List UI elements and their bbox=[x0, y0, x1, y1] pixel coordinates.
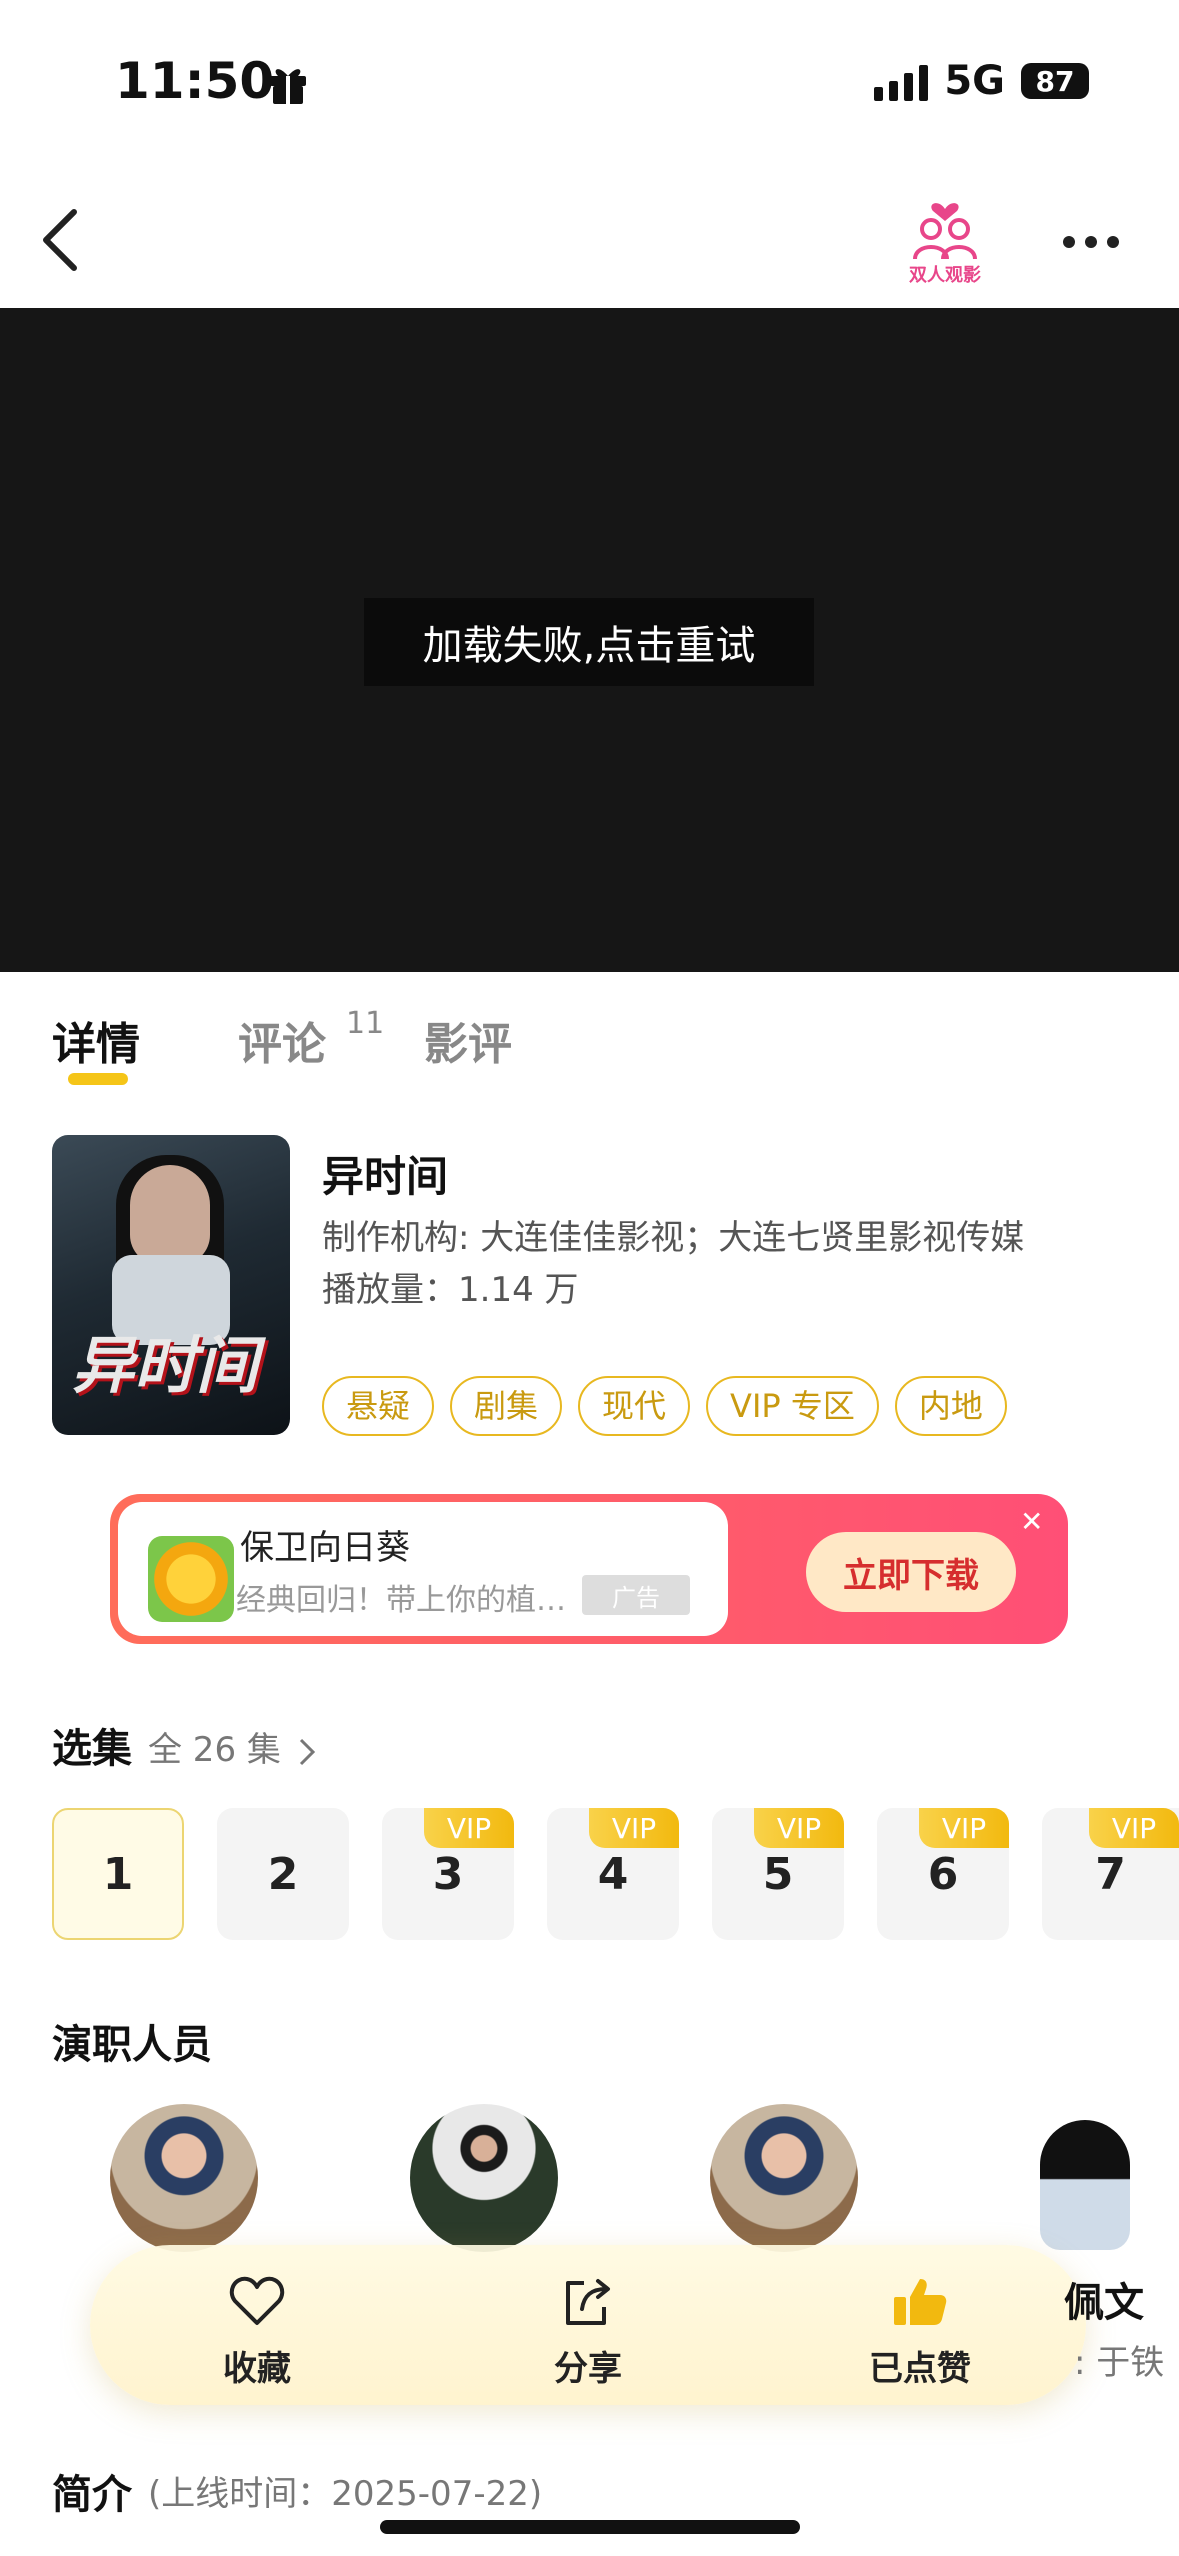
episodes-title: 选集 bbox=[52, 1726, 132, 1772]
tab-comments[interactable]: 评论 bbox=[238, 1008, 326, 1072]
show-producer: 制作机构: 大连佳佳影视；大连七贤里影视传媒 bbox=[322, 1218, 1025, 1258]
favorite-label: 收藏 bbox=[223, 2349, 291, 2389]
tab-details[interactable]: 详情 bbox=[52, 1008, 140, 1072]
cast-name: 佩文 bbox=[1064, 2280, 1144, 2326]
thumbs-up-icon bbox=[894, 2279, 947, 2325]
signal-icon bbox=[874, 61, 929, 101]
like-label: 已点赞 bbox=[869, 2349, 971, 2389]
ad-description: 经典回归！带上你的植… bbox=[236, 1583, 566, 1618]
heart-icon bbox=[229, 2276, 285, 2325]
tag[interactable]: VIP 专区 bbox=[706, 1376, 879, 1436]
cast-avatar[interactable] bbox=[110, 2104, 258, 2252]
favorite-button[interactable]: 收藏 bbox=[157, 2275, 357, 2390]
share-label: 分享 bbox=[554, 2349, 622, 2389]
chevron-left-icon[interactable] bbox=[40, 208, 80, 272]
vip-badge: VIP bbox=[589, 1808, 679, 1848]
download-button[interactable]: 立即下载 bbox=[806, 1532, 1016, 1612]
vip-badge: VIP bbox=[424, 1808, 514, 1848]
episode-count: 全 26 集 bbox=[148, 1730, 281, 1770]
tag-list: 悬疑 剧集 现代 VIP 专区 内地 bbox=[322, 1376, 1007, 1436]
tab-active-indicator bbox=[68, 1073, 128, 1085]
retry-button[interactable]: 加载失败,点击重试 bbox=[364, 598, 814, 686]
vip-badge: VIP bbox=[754, 1808, 844, 1848]
show-views: 播放量：1.14 万 bbox=[322, 1270, 579, 1310]
episode-1[interactable]: 1 bbox=[52, 1808, 184, 1940]
show-poster[interactable]: 异时间 bbox=[52, 1135, 290, 1435]
share-button[interactable]: 分享 bbox=[488, 2275, 688, 2390]
more-dots-icon[interactable] bbox=[1063, 236, 1119, 248]
ad-label-badge: 广告 bbox=[582, 1575, 690, 1615]
cast-avatar[interactable] bbox=[410, 2104, 558, 2252]
tag[interactable]: 悬疑 bbox=[322, 1376, 435, 1436]
close-icon[interactable]: ✕ bbox=[1020, 1505, 1043, 1538]
poster-figure-face bbox=[130, 1165, 210, 1265]
tab-reviews[interactable]: 影评 bbox=[424, 1008, 512, 1072]
tag[interactable]: 现代 bbox=[578, 1376, 691, 1436]
episode-count-link[interactable]: 全 26 集 bbox=[148, 1722, 316, 1771]
cast-role: : 于铁 bbox=[1074, 2343, 1165, 2383]
home-indicator[interactable] bbox=[380, 2520, 800, 2534]
vip-badge: VIP bbox=[919, 1808, 1009, 1848]
like-button[interactable]: 已点赞 bbox=[820, 2275, 1020, 2390]
tag[interactable]: 剧集 bbox=[450, 1376, 563, 1436]
chevron-right-icon bbox=[299, 1738, 315, 1765]
vip-badge: VIP bbox=[1089, 1808, 1179, 1848]
gift-icon bbox=[270, 69, 306, 104]
logo-text: 双人观影 bbox=[909, 265, 981, 286]
show-title: 异时间 bbox=[322, 1152, 449, 1201]
status-indicators: 5G 87 bbox=[874, 58, 1089, 104]
comments-count-badge: 11 bbox=[346, 1006, 385, 1041]
intro-title: 简介 bbox=[52, 2472, 132, 2518]
share-icon bbox=[566, 2279, 610, 2325]
episode-2[interactable]: 2 bbox=[217, 1808, 349, 1940]
ad-app-name: 保卫向日葵 bbox=[240, 1528, 410, 1568]
release-date: (上线时间：2025-07-22) bbox=[148, 2474, 543, 2514]
couple-logo-icon[interactable]: 双人观影 bbox=[905, 195, 985, 286]
cast-title: 演职人员 bbox=[52, 2022, 212, 2068]
poster-title: 异时间 bbox=[72, 1329, 259, 1402]
network-type: 5G bbox=[944, 58, 1005, 104]
cast-avatar[interactable] bbox=[1040, 2120, 1130, 2250]
tag[interactable]: 内地 bbox=[894, 1376, 1007, 1436]
battery-icon: 87 bbox=[1021, 63, 1089, 99]
status-time: 11:50 bbox=[115, 52, 275, 110]
cast-avatar[interactable] bbox=[710, 2104, 858, 2252]
sunflower-app-icon bbox=[148, 1536, 234, 1622]
